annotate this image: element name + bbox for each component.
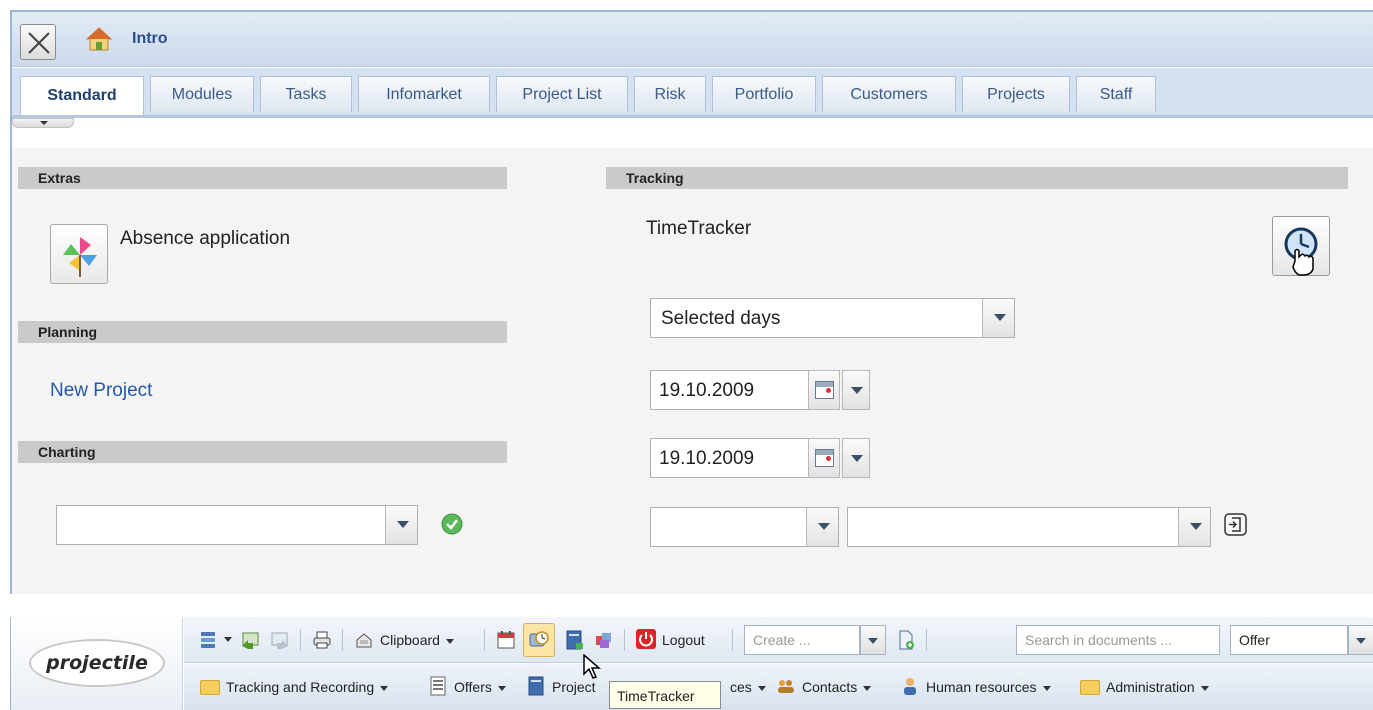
calendar-icon (815, 449, 834, 467)
separator (624, 629, 625, 651)
separator (300, 629, 301, 651)
tab-risk[interactable]: Risk (634, 76, 706, 112)
absence-application-button[interactable] (50, 224, 108, 284)
toolbar-row-1: Clipboard Logout Create ... Search in do… (184, 617, 1373, 663)
human-resources-icon (904, 678, 916, 695)
chevron-down-icon (1200, 685, 1209, 691)
close-icon (28, 32, 50, 54)
chevron-down-icon (445, 638, 454, 644)
export-icon[interactable] (1223, 512, 1248, 537)
logo[interactable]: projectile (31, 652, 163, 674)
toolbar-row-2: Tracking and Recording Offers Project ce… (184, 664, 1373, 710)
back-icon[interactable] (240, 630, 260, 650)
date-to-calendar-button[interactable] (808, 438, 840, 478)
tab-infomarket[interactable]: Infomarket (358, 76, 490, 112)
menu-projects[interactable]: Project (552, 679, 596, 695)
tab-staff[interactable]: Staff (1076, 76, 1156, 112)
contacts-icon (778, 680, 794, 693)
date-to-field[interactable]: 19.10.2009 (650, 438, 810, 478)
tab-customers[interactable]: Customers (822, 76, 956, 112)
tab-bar: Standard Modules Tasks Infomarket Projec… (12, 68, 1373, 118)
clipboard-icon[interactable] (354, 630, 374, 650)
calendar-icon[interactable] (496, 630, 516, 650)
tracking-select-a[interactable] (650, 507, 839, 547)
tab-modules[interactable]: Modules (150, 76, 254, 112)
pinwheel-icon (63, 237, 97, 277)
chevron-down-icon[interactable] (385, 506, 417, 544)
chevron-down-icon[interactable] (1178, 508, 1210, 546)
logout-button[interactable]: Logout (662, 632, 705, 648)
timetracker-toolbar-button[interactable] (523, 623, 555, 657)
forward-icon[interactable] (270, 630, 290, 650)
timetracker-label: TimeTracker (646, 218, 752, 239)
new-document-icon[interactable] (896, 630, 916, 650)
collapse-toggle[interactable] (12, 118, 74, 128)
menu-contacts[interactable]: Contacts (802, 679, 872, 695)
menu-human-resources[interactable]: Human resources (926, 679, 1051, 695)
tab-projects[interactable]: Projects (962, 76, 1070, 112)
projects-icon (528, 676, 544, 696)
section-planning-header: Planning (18, 321, 507, 343)
tab-portfolio[interactable]: Portfolio (712, 76, 816, 112)
window-title: Intro (132, 30, 168, 47)
window-titlebar: Intro (12, 12, 1373, 67)
create-input[interactable]: Create ... (744, 625, 860, 655)
search-documents-input[interactable]: Search in documents ... (1016, 625, 1220, 655)
chevron-down-icon[interactable] (224, 637, 232, 642)
separator (484, 629, 485, 651)
power-icon[interactable] (636, 629, 656, 649)
date-from-field[interactable]: 19.10.2009 (650, 370, 810, 410)
menu-resources[interactable]: ces (730, 679, 766, 695)
folder-icon (200, 680, 220, 695)
charting-select[interactable] (56, 505, 418, 545)
date-to-dropdown-button[interactable] (842, 438, 870, 478)
separator (926, 629, 927, 651)
section-charting-header: Charting (18, 441, 507, 463)
separator (342, 629, 343, 651)
timetracker-tooltip: TimeTracker (609, 681, 721, 709)
windows-icon[interactable] (200, 630, 220, 650)
notes-icon[interactable] (564, 630, 584, 650)
tracking-select-b[interactable] (847, 507, 1211, 547)
search-scope-select[interactable]: Offer (1230, 625, 1348, 655)
chevron-down-icon (497, 685, 506, 691)
chevron-down-icon (863, 685, 872, 691)
chevron-down-icon[interactable] (982, 299, 1014, 337)
print-icon[interactable] (312, 630, 332, 650)
tab-project-list[interactable]: Project List (496, 76, 628, 112)
mouse-cursor-icon (583, 654, 602, 679)
confirm-check-icon[interactable] (441, 513, 463, 535)
calendar-icon (815, 381, 834, 399)
new-project-link[interactable]: New Project (50, 380, 152, 402)
section-tracking-header: Tracking (606, 167, 1348, 189)
section-extras-header: Extras (18, 167, 507, 189)
menu-offers[interactable]: Offers (454, 679, 506, 695)
chevron-down-icon (380, 685, 389, 691)
menu-administration[interactable]: Administration (1106, 679, 1209, 695)
chevron-down-icon (757, 685, 766, 691)
date-from-dropdown-button[interactable] (842, 370, 870, 410)
chevron-down-icon[interactable] (806, 508, 838, 546)
period-select[interactable]: Selected days (650, 298, 1015, 338)
search-scope-dropdown-button[interactable] (1348, 625, 1373, 655)
offers-icon (430, 676, 446, 696)
resources-icon[interactable] (594, 630, 614, 650)
tab-standard[interactable]: Standard (20, 76, 144, 115)
home-icon (86, 27, 112, 51)
clock-icon (1284, 227, 1318, 276)
clipboard-menu[interactable]: Clipboard (380, 632, 454, 648)
timetracker-button[interactable] (1272, 216, 1330, 276)
chevron-down-icon (1042, 685, 1051, 691)
timetracker-icon (529, 631, 549, 647)
logo-area: projectile (11, 617, 183, 710)
separator (732, 629, 733, 651)
absence-application-label[interactable]: Absence application (120, 228, 290, 250)
tab-tasks[interactable]: Tasks (260, 76, 352, 112)
folder-icon (1080, 680, 1100, 695)
create-dropdown-button[interactable] (860, 625, 886, 655)
date-from-calendar-button[interactable] (808, 370, 840, 410)
close-button[interactable] (20, 24, 56, 60)
menu-tracking-and-recording[interactable]: Tracking and Recording (226, 679, 389, 695)
